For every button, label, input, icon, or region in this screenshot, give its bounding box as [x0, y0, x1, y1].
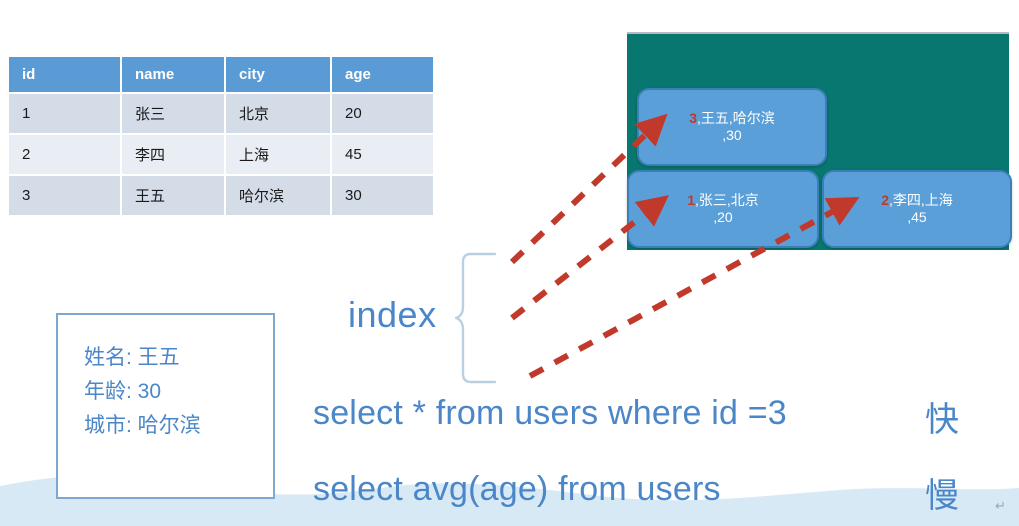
tree-node-root-key: 3	[689, 109, 697, 126]
tree-node-right: 2,李四,上海 ,45	[822, 170, 1012, 248]
tree-node-right-text: 2,李四,上海 ,45	[881, 192, 953, 227]
curly-brace-icon	[455, 252, 497, 384]
column-header-age: age	[331, 57, 433, 93]
return-mark-icon: ↵	[995, 498, 1006, 513]
sql-statement-row-2: select avg(age) from users	[313, 470, 721, 509]
tree-node-left-rest: ,张三,北京	[695, 191, 759, 208]
cell-age: 20	[331, 92, 433, 134]
tree-node-root-rest: ,王五,哈尔滨	[697, 109, 775, 126]
cell-city: 北京	[225, 92, 332, 134]
record-line-city: 城市: 哈尔滨	[84, 414, 201, 438]
cell-age: 30	[331, 174, 433, 215]
tree-node-right-rest2: ,45	[907, 209, 927, 225]
index-label: index	[348, 294, 437, 335]
tree-node-root-text: 3,王五,哈尔滨 ,30	[689, 110, 775, 145]
cell-age: 45	[331, 133, 433, 175]
cell-id: 1	[9, 92, 122, 134]
table-row: 2 李四 上海 45	[9, 133, 433, 175]
slide-canvas: id name city age 1 张三 北京 20 2 李四 上海 45 3…	[0, 0, 1019, 526]
users-table: id name city age 1 张三 北京 20 2 李四 上海 45 3…	[9, 57, 433, 215]
column-header-name: name	[121, 57, 226, 93]
cell-city: 上海	[225, 133, 332, 175]
cell-id: 2	[9, 133, 122, 175]
table-row: 1 张三 北京 20	[9, 92, 433, 134]
tree-node-left-text: 1,张三,北京 ,20	[687, 192, 759, 227]
tree-node-right-rest: ,李四,上海	[889, 191, 953, 208]
sql-statement-row-1: select * from users where id =3	[313, 394, 787, 433]
speed-tag-slow: 慢	[925, 477, 959, 515]
tree-node-left: 1,张三,北京 ,20	[627, 170, 819, 248]
record-line-name: 姓名: 王五	[84, 346, 180, 369]
table-header-row: id name city age	[9, 57, 433, 93]
cell-id: 3	[9, 174, 122, 215]
cell-name: 王五	[121, 174, 226, 215]
sql-query-2: select avg(age) from users	[313, 470, 721, 508]
column-header-city: city	[225, 57, 332, 93]
tree-node-left-key: 1	[687, 191, 695, 208]
record-detail-card: 姓名: 王五 年龄: 30 城市: 哈尔滨	[56, 313, 275, 499]
tree-node-right-key: 2	[881, 191, 889, 208]
column-header-id: id	[9, 57, 122, 93]
tree-node-root: 3,王五,哈尔滨 ,30	[637, 88, 827, 166]
speed-tag-fast: 快	[925, 401, 959, 439]
record-line-age: 年龄: 30	[84, 380, 162, 404]
cell-city: 哈尔滨	[225, 174, 332, 215]
cell-name: 张三	[121, 92, 226, 134]
sql-query-1: select * from users where id =3	[313, 394, 787, 432]
tree-node-root-rest2: ,30	[722, 127, 742, 143]
tree-node-left-rest2: ,20	[713, 209, 733, 225]
cell-name: 李四	[121, 133, 226, 175]
table-row: 3 王五 哈尔滨 30	[9, 174, 433, 215]
